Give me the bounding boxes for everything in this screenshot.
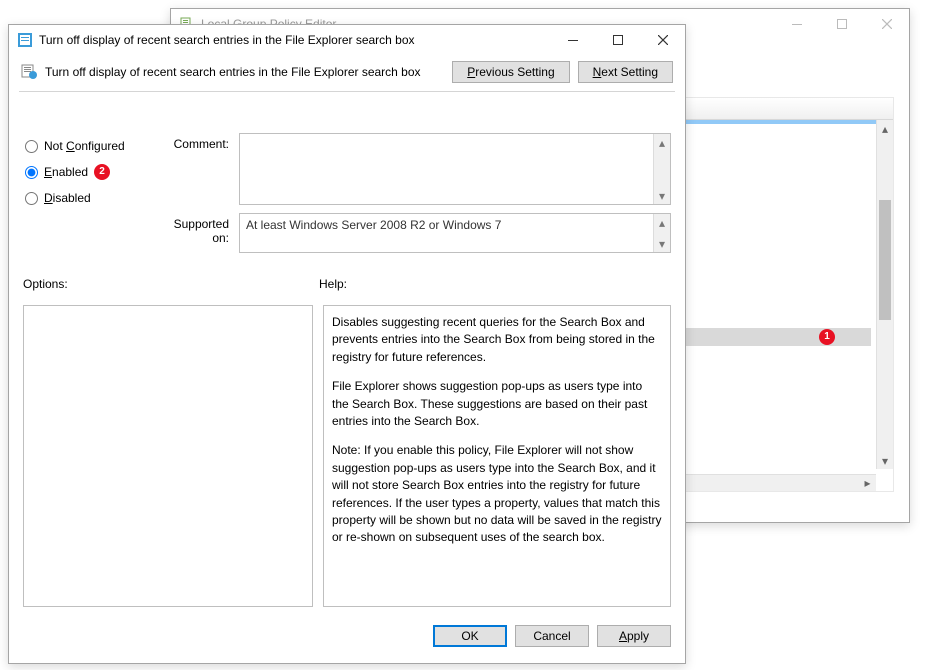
options-pane <box>23 305 313 607</box>
radio-enabled[interactable]: Enabled 2 <box>25 159 145 185</box>
options-label: Options: <box>23 277 319 291</box>
chevron-down-icon[interactable]: ▾ <box>654 187 670 204</box>
close-button[interactable] <box>864 9 909 39</box>
policy-header-row: Turn off display of recent search entrie… <box>9 55 685 89</box>
next-setting-button[interactable]: Next Setting <box>578 61 673 83</box>
help-paragraph: File Explorer shows suggestion pop-ups a… <box>332 378 662 430</box>
dialog-footer: OK Cancel Apply <box>9 625 685 653</box>
help-pane: Disables suggesting recent queries for t… <box>323 305 671 607</box>
radio-enabled-input[interactable] <box>25 166 38 179</box>
policy-window-controls <box>550 25 685 55</box>
comment-spinner[interactable]: ▴ ▾ <box>653 134 670 204</box>
gpedit-window-controls <box>774 9 909 39</box>
supported-on-value: At least Windows Server 2008 R2 or Windo… <box>240 214 653 252</box>
policy-dialog: Turn off display of recent search entrie… <box>8 24 686 664</box>
radio-not-configured[interactable]: Not Configured <box>25 133 145 159</box>
chevron-up-icon[interactable]: ▴ <box>654 134 670 151</box>
close-button[interactable] <box>640 25 685 55</box>
policy-titlebar: Turn off display of recent search entrie… <box>9 25 685 55</box>
help-paragraph: Note: If you enable this policy, File Ex… <box>332 442 662 546</box>
radio-disabled[interactable]: Disabled <box>25 185 145 211</box>
previous-setting-button[interactable]: Previous Setting <box>452 61 569 83</box>
minimize-button[interactable] <box>550 25 595 55</box>
supported-on-label: Supported on: <box>161 213 239 245</box>
minimize-button[interactable] <box>774 9 819 39</box>
annotation-badge-1: 1 <box>819 329 835 345</box>
scrollbar-thumb[interactable] <box>879 200 891 320</box>
policy-title: Turn off display of recent search entrie… <box>39 33 550 47</box>
state-radio-group: Not Configured Enabled 2 Disabled <box>25 133 145 211</box>
scroll-right-icon[interactable]: ▸ <box>859 475 876 491</box>
chevron-up-icon: ▴ <box>654 214 670 231</box>
maximize-button[interactable] <box>595 25 640 55</box>
radio-disabled-input[interactable] <box>25 192 38 205</box>
policy-app-icon <box>17 32 33 48</box>
scroll-up-icon[interactable]: ▴ <box>877 120 893 137</box>
chevron-down-icon: ▾ <box>654 235 670 252</box>
radio-not-configured-input[interactable] <box>25 140 38 153</box>
comment-textbox[interactable]: ▴ ▾ <box>239 133 671 205</box>
apply-button[interactable]: Apply <box>597 625 671 647</box>
maximize-button[interactable] <box>819 9 864 39</box>
help-paragraph: Disables suggesting recent queries for t… <box>332 314 662 366</box>
scroll-down-icon[interactable]: ▾ <box>877 452 893 469</box>
policy-subtitle: Turn off display of recent search entrie… <box>45 65 421 79</box>
supported-on-textbox: At least Windows Server 2008 R2 or Windo… <box>239 213 671 253</box>
help-label: Help: <box>319 277 347 291</box>
supported-spinner: ▴ ▾ <box>653 214 670 252</box>
annotation-badge-2: 2 <box>94 164 110 180</box>
comment-label: Comment: <box>161 133 239 151</box>
policy-item-icon <box>21 63 37 82</box>
ok-button[interactable]: OK <box>433 625 507 647</box>
cancel-button[interactable]: Cancel <box>515 625 589 647</box>
vertical-scrollbar[interactable]: ▴ ▾ <box>876 120 893 469</box>
